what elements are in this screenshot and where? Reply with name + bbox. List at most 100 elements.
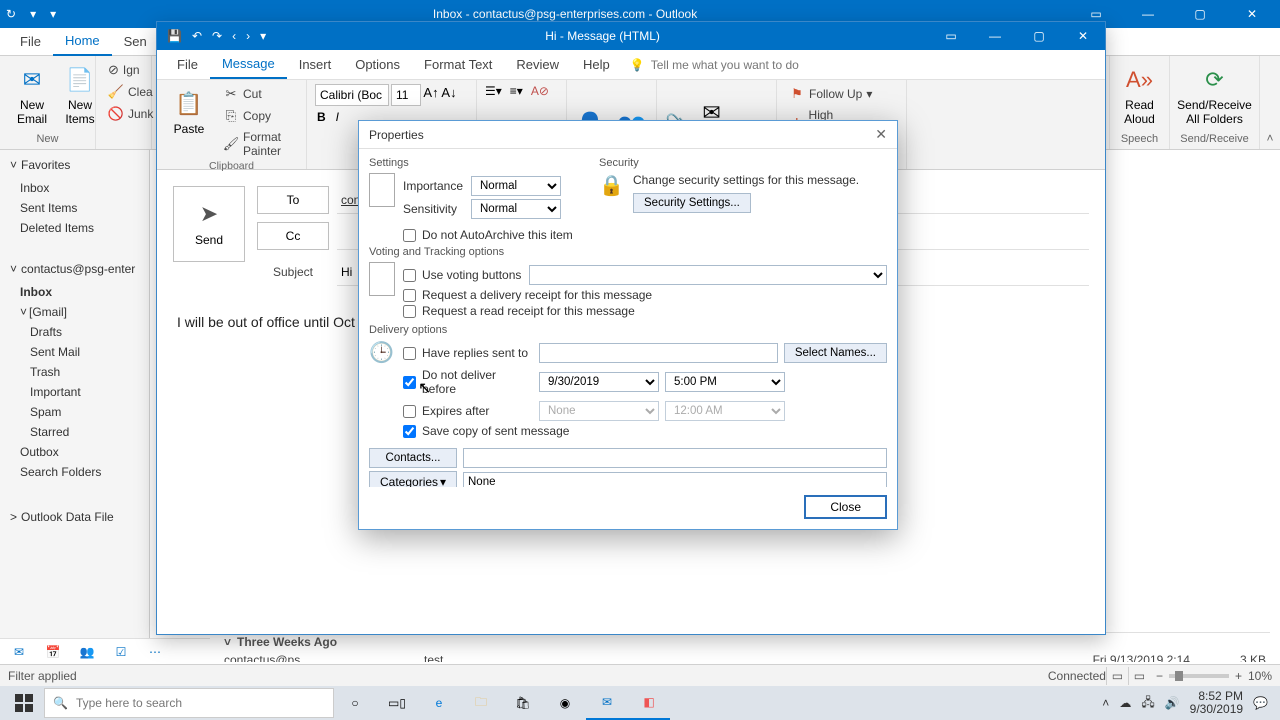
mail-icon[interactable]: ✉ (10, 643, 28, 661)
voting-buttons-checkbox[interactable]: Use voting buttons (403, 268, 523, 282)
folder-search-folders[interactable]: Search Folders (0, 462, 149, 482)
send-button[interactable]: ➤ Send (173, 186, 245, 262)
junk-button[interactable]: 🚫Junk (104, 104, 143, 124)
undo-icon[interactable]: ↶ (192, 29, 202, 43)
msg-tab-message[interactable]: Message (210, 50, 287, 79)
select-names-button[interactable]: Select Names... (784, 343, 887, 363)
categories-button[interactable]: Categories▾ (369, 471, 457, 487)
copy-button[interactable]: ⎘Copy (219, 106, 298, 126)
replies-sent-to-field[interactable] (539, 343, 778, 363)
to-button[interactable]: To (257, 186, 329, 214)
deliver-time-select[interactable]: 5:00 PM (665, 372, 785, 392)
read-receipt-checkbox[interactable]: Request a read receipt for this message (403, 304, 887, 318)
start-button[interactable] (4, 686, 44, 720)
importance-select[interactable]: Normal (471, 176, 561, 196)
minimize-button[interactable]: — (1126, 0, 1170, 28)
folder-important[interactable]: Important (0, 382, 149, 402)
msg-tab-help[interactable]: Help (571, 51, 622, 78)
cleanup-button[interactable]: 🧹Clea (104, 82, 143, 102)
more-icon[interactable]: ⋯ (146, 643, 164, 661)
msg-maximize-button[interactable]: ▢ (1017, 22, 1061, 50)
contacts-field[interactable] (463, 448, 887, 468)
snagit-icon[interactable]: ◧ (628, 686, 670, 720)
tell-me-search[interactable]: 💡Tell me what you want to do (622, 58, 1105, 72)
dialog-close-icon[interactable]: ✕ (875, 126, 887, 143)
tray-volume-icon[interactable]: 🔊 (1165, 696, 1180, 710)
folder-outbox[interactable]: Outbox (0, 442, 149, 462)
security-settings-button[interactable]: Security Settings... (633, 193, 751, 213)
outlook-taskbar-icon[interactable]: ✉ (586, 686, 628, 720)
voting-buttons-select[interactable] (529, 265, 887, 285)
format-painter-button[interactable]: 🖌Format Painter (219, 128, 298, 160)
paste-button[interactable]: 📋Paste (165, 84, 213, 140)
account-header[interactable]: ˅contactus@psg-enter (0, 254, 149, 282)
tab-file[interactable]: File (8, 28, 53, 55)
chrome-icon[interactable]: ◉ (544, 686, 586, 720)
zoom-slider[interactable] (1169, 674, 1229, 678)
msg-minimize-button[interactable]: — (973, 22, 1017, 50)
deliver-before-checkbox[interactable]: Do not deliver before (403, 368, 533, 396)
qat-customize-icon[interactable]: ▾ (260, 29, 266, 43)
replies-sent-to-checkbox[interactable]: Have replies sent to (403, 346, 533, 360)
msg-tab-file[interactable]: File (165, 51, 210, 78)
folder-drafts[interactable]: Drafts (0, 322, 149, 342)
folder-starred[interactable]: Starred (0, 422, 149, 442)
folder-gmail[interactable]: ˅[Gmail] (0, 302, 149, 322)
msg-tab-review[interactable]: Review (504, 51, 571, 78)
msg-tab-options[interactable]: Options (343, 51, 412, 78)
folder-inbox-account[interactable]: Inbox (0, 282, 149, 302)
expires-after-checkbox[interactable]: Expires after (403, 404, 533, 418)
maximize-button[interactable]: ▢ (1178, 0, 1222, 28)
font-size-combo[interactable]: 11 (391, 84, 421, 106)
close-button[interactable]: ✕ (1230, 0, 1274, 28)
people-icon[interactable]: 👥 (78, 643, 96, 661)
favorites-header[interactable]: ˅Favorites (0, 150, 149, 178)
folder-spam[interactable]: Spam (0, 402, 149, 422)
taskbar-search[interactable]: 🔍 Type here to search (44, 688, 334, 718)
numbering-button[interactable]: ≡▾ (510, 84, 523, 98)
folder-sent-items[interactable]: Sent Items (0, 198, 149, 218)
expires-date-select[interactable]: None (539, 401, 659, 421)
folder-trash[interactable]: Trash (0, 362, 149, 382)
save-icon[interactable]: 💾 (167, 29, 182, 43)
cortana-icon[interactable]: ○ (334, 686, 376, 720)
new-email-button[interactable]: ✉ New Email (8, 60, 56, 131)
calendar-icon[interactable]: 📅 (44, 643, 62, 661)
font-name-combo[interactable]: Calibri (Boc (315, 84, 389, 106)
grow-font-icon[interactable]: A↑ (423, 84, 439, 100)
italic-button[interactable]: I (336, 110, 339, 124)
tray-chevron-icon[interactable]: ˄ (1102, 696, 1109, 710)
tray-clock[interactable]: 8:52 PM 9/30/2019 (1190, 690, 1243, 716)
bullets-button[interactable]: ☰▾ (485, 84, 502, 98)
collapse-ribbon-icon[interactable]: ˄ (1260, 56, 1280, 149)
tasks-icon[interactable]: ☑ (112, 643, 130, 661)
msg-tab-insert[interactable]: Insert (287, 51, 344, 78)
shrink-font-icon[interactable]: A↓ (441, 84, 457, 100)
follow-up-button[interactable]: ⚑Follow Up ▾ (785, 84, 876, 104)
sensitivity-select[interactable]: Normal (471, 199, 561, 219)
expires-time-select[interactable]: 12:00 AM (665, 401, 785, 421)
send-receive-button[interactable]: ⟳ Send/Receive All Folders (1178, 60, 1251, 131)
msg-tab-format[interactable]: Format Text (412, 51, 504, 78)
list-group-header[interactable]: Three Weeks Ago (237, 635, 337, 649)
zoom-out-button[interactable]: − (1150, 669, 1169, 683)
folder-inbox[interactable]: Inbox (0, 178, 149, 198)
tray-network-icon[interactable]: 🖧 (1141, 693, 1154, 714)
view-reading-icon[interactable]: ▭ (1128, 667, 1150, 685)
read-aloud-button[interactable]: A» Read Aloud (1118, 60, 1161, 131)
tray-onedrive-icon[interactable]: ☁ (1119, 696, 1131, 710)
tab-home[interactable]: Home (53, 27, 112, 56)
cc-button[interactable]: Cc (257, 222, 329, 250)
folder-deleted-items[interactable]: Deleted Items (0, 218, 149, 238)
msg-close-button[interactable]: ✕ (1061, 22, 1105, 50)
save-copy-checkbox[interactable]: Save copy of sent message (403, 424, 887, 438)
qat-prev-icon[interactable]: ‹ (232, 29, 236, 43)
task-view-icon[interactable]: ▭▯ (376, 686, 418, 720)
folder-sent-mail[interactable]: Sent Mail (0, 342, 149, 362)
bold-button[interactable]: B (317, 110, 326, 124)
quick-access-dropdown-icon[interactable]: ▾ (30, 7, 36, 21)
redo-icon[interactable]: ↷ (212, 29, 222, 43)
clear-formatting-button[interactable]: A⊘ (531, 84, 549, 98)
autoarchive-checkbox[interactable]: Do not AutoArchive this item (403, 228, 579, 242)
properties-close-button[interactable]: Close (804, 495, 887, 519)
